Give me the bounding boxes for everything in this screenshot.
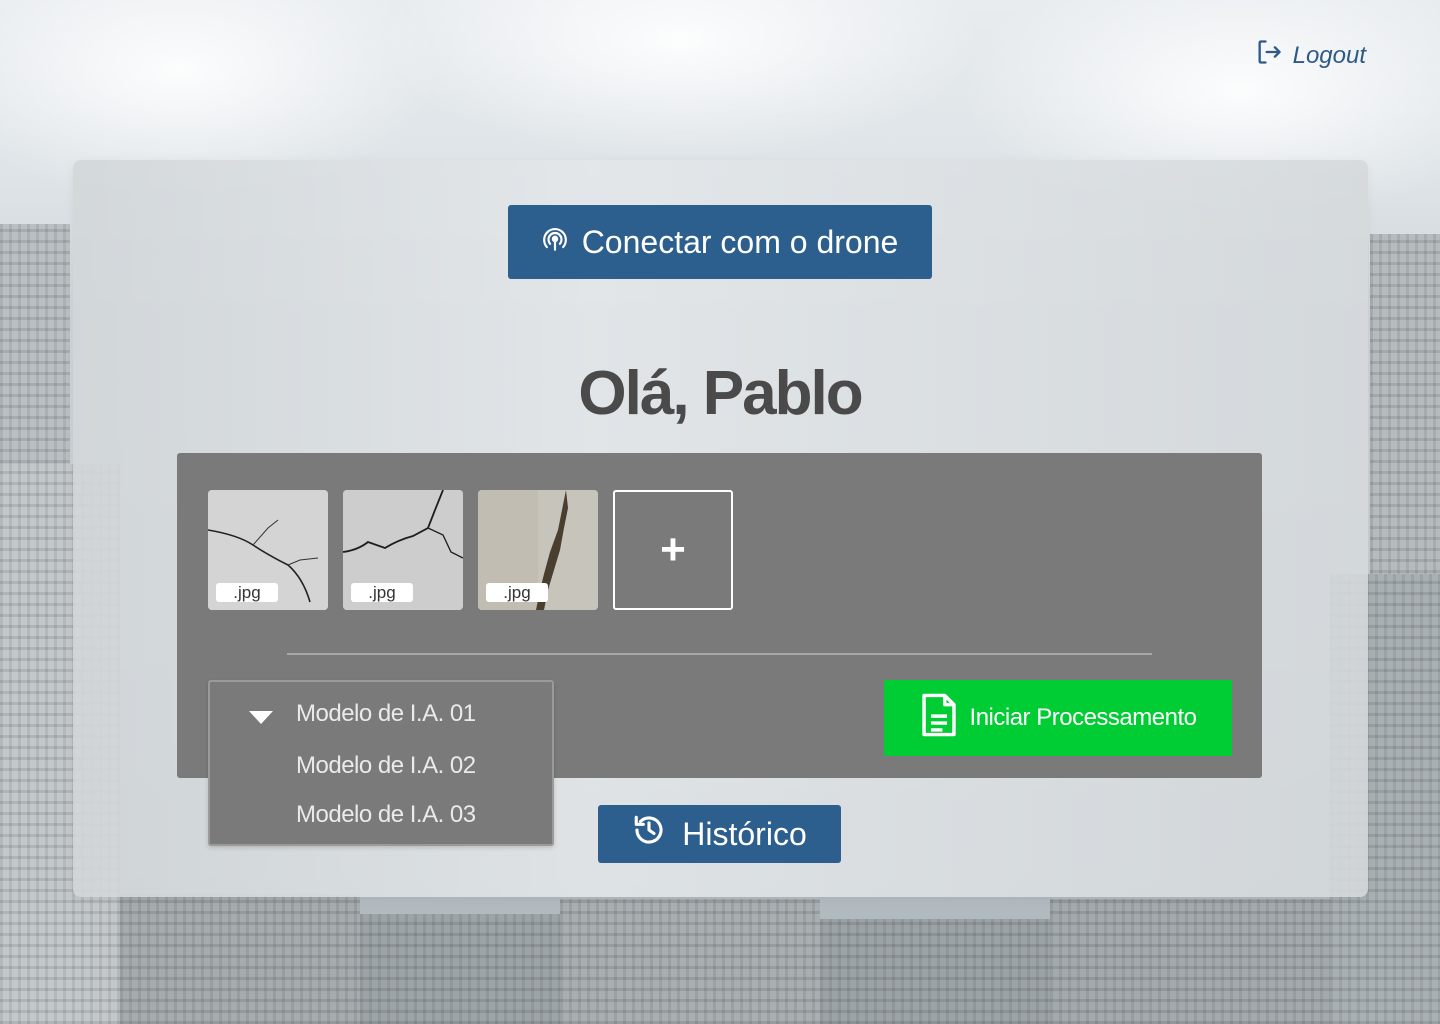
history-icon: [632, 813, 666, 855]
building: [1050, 899, 1330, 1024]
building: [820, 919, 1050, 1024]
building: [560, 899, 820, 1024]
image-thumbnail[interactable]: .jpg: [343, 490, 463, 610]
building: [120, 894, 360, 1024]
add-image-button[interactable]: +: [613, 490, 733, 610]
cloud: [380, 0, 980, 160]
model-option[interactable]: Modelo de I.A. 01: [296, 700, 476, 728]
broadcast-icon: [542, 224, 568, 261]
model-dropdown[interactable]: Modelo de I.A. 01 Modelo de I.A. 02 Mode…: [208, 680, 554, 846]
file-extension-badge: .jpg: [486, 583, 548, 602]
history-label: Histórico: [682, 815, 807, 852]
image-thumbnail[interactable]: .jpg: [478, 490, 598, 610]
model-option[interactable]: Modelo de I.A. 02: [296, 752, 476, 780]
start-processing-button[interactable]: Iniciar Processamento: [884, 680, 1232, 756]
model-option[interactable]: Modelo de I.A. 03: [296, 801, 476, 829]
logout-button[interactable]: Logout: [1255, 38, 1366, 73]
file-extension-badge: .jpg: [216, 583, 278, 602]
connect-drone-label: Conectar com o drone: [581, 223, 899, 260]
building: [360, 914, 560, 1024]
document-icon: [920, 692, 958, 745]
connect-drone-button[interactable]: Conectar com o drone: [508, 205, 932, 279]
image-thumbnail[interactable]: .jpg: [208, 490, 328, 610]
history-button[interactable]: Histórico: [598, 805, 841, 863]
start-processing-label: Iniciar Processamento: [969, 704, 1197, 731]
logout-label: Logout: [1292, 41, 1366, 69]
greeting-title: Olá, Pablo: [578, 359, 863, 428]
logout-icon: [1255, 38, 1283, 73]
caret-down-icon[interactable]: [249, 711, 273, 724]
divider: [287, 653, 1152, 655]
file-extension-badge: .jpg: [351, 583, 413, 602]
